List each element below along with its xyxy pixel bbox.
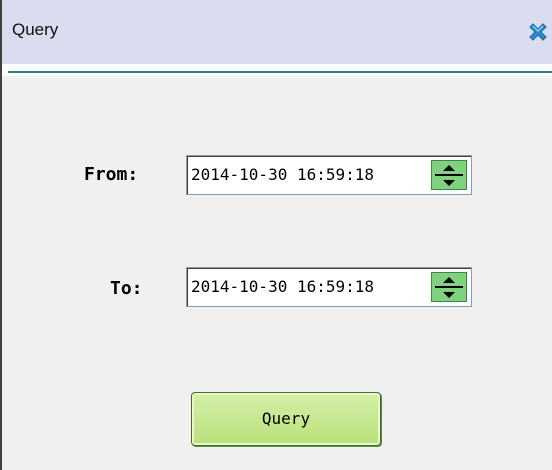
arrow-up-icon [443,277,455,283]
close-icon [529,23,547,41]
query-button[interactable]: Query [191,392,381,446]
arrow-down-icon [443,180,455,186]
to-spinner[interactable] [431,272,467,302]
title-bar: Query [2,0,552,64]
from-datetime-input[interactable] [191,156,429,194]
to-label: To: [110,278,143,299]
from-spinner[interactable] [431,160,467,190]
to-spin-up-button[interactable] [432,273,466,286]
query-dialog: Query From: To: [0,0,552,470]
title-separator [2,64,552,76]
arrow-up-icon [443,165,455,171]
from-spin-up-button[interactable] [432,161,466,174]
to-spin-down-button[interactable] [432,288,466,301]
from-spin-down-button[interactable] [432,176,466,189]
window-title: Query [12,20,59,39]
from-datetime-field[interactable] [186,155,472,195]
arrow-down-icon [443,292,455,298]
from-label: From: [84,164,139,185]
close-button[interactable] [525,19,551,45]
to-datetime-field[interactable] [186,267,472,307]
title-separator-line [8,71,552,73]
to-datetime-input[interactable] [191,268,429,306]
